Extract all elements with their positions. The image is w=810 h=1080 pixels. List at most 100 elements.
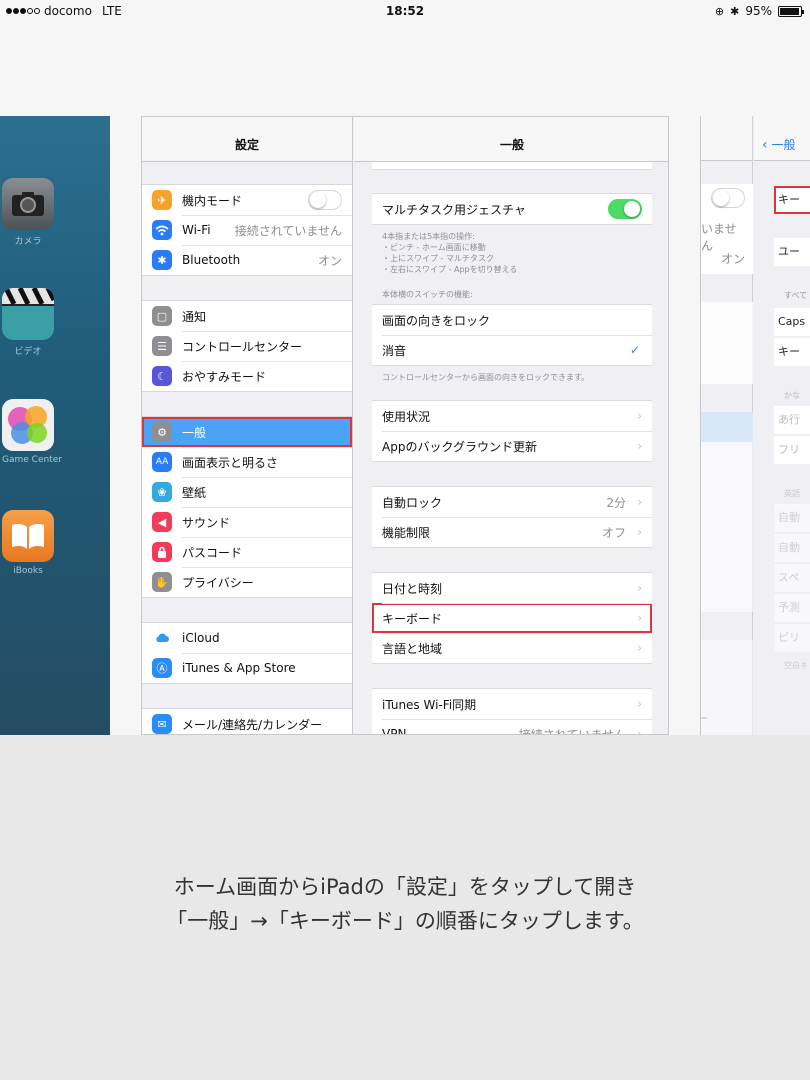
- partial-toggle[interactable]: [711, 188, 745, 208]
- sidebar-item-privacy[interactable]: ✋ プライバシー: [142, 567, 352, 597]
- user-dictionary-row[interactable]: ユー: [774, 238, 810, 266]
- partial-bluetooth-status: オン: [720, 252, 745, 266]
- sidebar-item-icloud[interactable]: iCloud: [142, 623, 352, 653]
- app-video[interactable]: ビデオ: [2, 288, 54, 357]
- sidebar-item-label: 通知: [182, 309, 207, 324]
- section-header: かな: [784, 391, 800, 400]
- sidebar-item-airplane-mode[interactable]: ✈ 機内モード: [142, 185, 352, 215]
- sidebar-item-label: 機内モード: [182, 193, 243, 208]
- caps-row[interactable]: Caps: [774, 308, 810, 336]
- usage-row[interactable]: 使用状況 ›: [372, 401, 652, 431]
- row-label: 日付と時刻: [382, 581, 443, 596]
- restrictions-value: オフ: [601, 525, 626, 540]
- sidebar-item-label: 壁紙: [182, 485, 207, 500]
- vpn-status: 接続されていません: [518, 727, 626, 735]
- sidebar-item-control-center[interactable]: ☰ コントロールセンター: [142, 331, 352, 361]
- control-center-icon: ☰: [152, 336, 172, 356]
- mail-icon: ✉: [152, 714, 172, 734]
- auto-lock-row[interactable]: 自動ロック 2分 ›: [372, 487, 652, 517]
- chevron-right-icon: ›: [637, 611, 642, 625]
- wallpaper-icon: ❀: [152, 482, 172, 502]
- app-game-center[interactable]: Game Center: [2, 399, 62, 465]
- sidebar-item-label: プライバシー: [182, 575, 254, 590]
- app-camera[interactable]: カメラ: [2, 178, 54, 247]
- switch-note: コントロールセンターから画面の向きをロックできます。: [382, 373, 590, 382]
- row-label: マルチタスク用ジェスチャ: [382, 202, 526, 217]
- sidebar-item-wifi[interactable]: Wi-Fi 接続されていません: [142, 215, 352, 245]
- sidebar-item-display-brightness[interactable]: AA 画面表示と明るさ: [142, 447, 352, 477]
- restrictions-row[interactable]: 機能制限 オフ ›: [372, 517, 652, 547]
- keyboard-card-sidebar-header: [701, 116, 752, 161]
- app-ibooks[interactable]: iBooks: [2, 510, 54, 576]
- sidebar-item-passcode[interactable]: パスコード: [142, 537, 352, 567]
- notification-icon: ▢: [152, 306, 172, 326]
- vpn-row[interactable]: VPN 接続されていません ›: [372, 719, 652, 735]
- section-header: すべて: [784, 291, 808, 300]
- spell-row[interactable]: スペ: [774, 564, 810, 592]
- sidebar-item-label: メール/連絡先/カレンダー: [182, 717, 323, 732]
- bluetooth-status: オン: [317, 253, 342, 268]
- scrolled-group-edge: [372, 162, 652, 170]
- rotation-lock-icon: ⊕: [714, 4, 725, 18]
- auto-row[interactable]: 自動: [774, 534, 810, 562]
- flick-row[interactable]: フリ: [774, 436, 810, 464]
- back-to-general-button[interactable]: ‹ 一般: [762, 136, 795, 153]
- row-label: 機能制限: [382, 525, 431, 540]
- sidebar-item-label: パスコード: [182, 545, 243, 560]
- itunes-wifi-sync-row[interactable]: iTunes Wi-Fi同期 ›: [372, 689, 652, 719]
- battery-icon: [778, 5, 804, 17]
- settings-group-general: ⚙ 一般 AA 画面表示と明るさ ❀ 壁紙 ◀ サウンド パスコード ✋ プライ…: [142, 416, 352, 598]
- sidebar-title: 設定: [142, 117, 352, 162]
- keyboard-list-row[interactable]: キー: [774, 186, 810, 214]
- kana-row[interactable]: あ行: [774, 406, 810, 434]
- key-row[interactable]: キー: [774, 338, 810, 366]
- sidebar-item-mail-contacts-calendar[interactable]: ✉ メール/連絡先/カレンダー: [142, 709, 352, 734]
- chevron-right-icon: ›: [637, 495, 642, 509]
- display-icon: AA: [152, 452, 172, 472]
- auto-row[interactable]: 自動: [774, 504, 810, 532]
- chevron-right-icon: ›: [637, 409, 642, 423]
- ibooks-icon: [2, 510, 54, 562]
- keyboard-detail-header: ‹ 一般: [754, 116, 810, 161]
- note-line: ・左右にスワイプ - Appを切り替える: [382, 265, 518, 274]
- row-label: iTunes Wi-Fi同期: [382, 697, 477, 712]
- sidebar-item-notifications[interactable]: ▢ 通知: [142, 301, 352, 331]
- keyboard-row[interactable]: キーボード ›: [372, 603, 652, 633]
- sidebar-item-label: Bluetooth: [182, 253, 241, 267]
- sidebar-item-label: おやすみモード: [182, 369, 267, 384]
- chevron-right-icon: ›: [637, 697, 642, 711]
- general-detail-pane: 一般 マルチタスク用ジェスチャ 4本指または5本指の操作: ・ピンチ - ホーム…: [354, 117, 668, 735]
- sidebar-item-sounds[interactable]: ◀ サウンド: [142, 507, 352, 537]
- rotation-lock-row[interactable]: 画面の向きをロック: [372, 305, 652, 335]
- background-refresh-row[interactable]: Appのバックグラウンド更新 ›: [372, 431, 652, 461]
- multitask-gestures-toggle[interactable]: [608, 199, 642, 219]
- chevron-right-icon: ›: [637, 727, 642, 735]
- date-time-row[interactable]: 日付と時刻 ›: [372, 573, 652, 603]
- bluetooth-status-icon: ✱: [730, 4, 740, 18]
- settings-app-card[interactable]: 設定 ✈ 機内モード Wi-Fi 接続されていません ✱ Bluetooth オ…: [141, 116, 669, 735]
- multitask-group: マルチタスク用ジェスチャ: [372, 193, 652, 225]
- section-header: 英語: [784, 489, 800, 498]
- wifi-status: 接続されていません: [234, 223, 342, 238]
- sidebar-item-itunes-app-store[interactable]: Ⓐ iTunes & App Store: [142, 653, 352, 683]
- note-line: ・ピンチ - ホーム画面に移動: [382, 243, 486, 252]
- mute-row[interactable]: 消音 ✓: [372, 335, 652, 365]
- airplane-mode-toggle[interactable]: [308, 190, 342, 210]
- keyboard-detail-pane: ‹ 一般 キー ユー すべて Caps キー かな あ行 フリ 英語 自動 自動…: [754, 116, 810, 735]
- partial-group: [701, 302, 753, 384]
- sidebar-item-wallpaper[interactable]: ❀ 壁紙: [142, 477, 352, 507]
- app-label: カメラ: [14, 237, 42, 247]
- home-screen-card[interactable]: カメラ ビデオ Game Center iBooks: [0, 116, 110, 735]
- period-row[interactable]: ピリ: [774, 624, 810, 652]
- sidebar-item-do-not-disturb[interactable]: ☾ おやすみモード: [142, 361, 352, 391]
- predictive-row[interactable]: 予測: [774, 594, 810, 622]
- sidebar-item-general[interactable]: ⚙ 一般: [142, 417, 352, 447]
- keyboard-settings-card[interactable]: いません オン ー ‹ 一般 キー ユー すべて Caps キー かな あ行 フ…: [700, 116, 810, 735]
- row-label: 自動ロック: [382, 495, 443, 510]
- language-region-row[interactable]: 言語と地域 ›: [372, 633, 652, 663]
- gear-icon: ⚙: [152, 422, 172, 442]
- side-switch-header: 本体横のスイッチの機能:: [382, 290, 473, 299]
- partial-group: [701, 442, 753, 612]
- sidebar-item-bluetooth[interactable]: ✱ Bluetooth オン: [142, 245, 352, 275]
- auto-lock-value: 2分: [606, 495, 626, 510]
